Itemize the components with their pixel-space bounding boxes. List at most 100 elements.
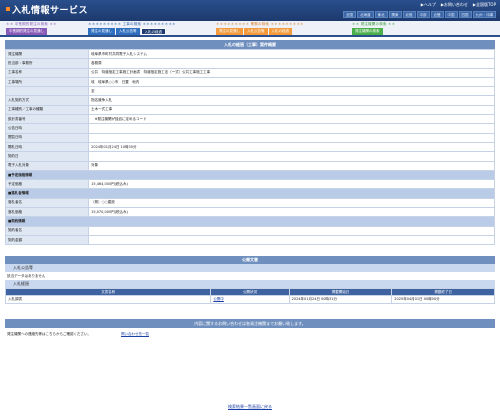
tab-long-term-outlook[interactable]: 中長期的発注の見通し [6,28,47,35]
region-tab[interactable]: 中国 [444,11,458,18]
help-link[interactable]: ▶ヘルプ [421,2,436,8]
row-label: 予定価格 [4,179,90,190]
inquiry-row: 発注機関への連絡先等はこちらからご確認ください。 問い合わせ先一覧 [5,328,495,340]
row-label: 入札契約方式 [4,95,90,106]
search-navigation: ＊＊ 中長期的発注の検索 ＊＊ 中長期的発注の見通し ＊＊＊＊＊＊＊＊＊ 工事の… [0,21,500,37]
page-title: 入札の経過（工事）案件概要 [5,40,495,49]
row-label: 電子入札対象 [4,160,90,171]
top-links: ▶ヘルプ ▶お問い合わせ ▶全国版TOP [421,2,496,8]
tab-services-outlook[interactable]: 発注の見通し [216,28,243,35]
column-header: 掲載終了日 [391,288,495,297]
announcement-subheader: 入札公告等 [5,264,495,273]
table-row: 予定価格 15,464,000円(税込み) [4,179,495,190]
table-row: 契約者名 [4,225,495,236]
nav-group-caption: ＊＊ 発注機関の検索 ＊＊ [352,22,396,26]
subheader-label: ■予定価格情報 [5,169,495,181]
table-row: 発注機関 岐阜県市町村共同電子入札システム [4,48,495,60]
row-value: ※発注機関が独自に定めるコード [88,114,495,125]
row-value [88,123,495,134]
inquiry-text: 発注機関への連絡先等はこちらからご確認ください。 [7,331,91,336]
tab-agency-search[interactable]: 発注機関の検索 [352,28,383,35]
table-row: 入札契約方式 指名競争入札 [4,95,495,106]
document-start-date: 2024年01月24日 00時31分 [288,295,393,305]
table-row: 閲覧日時 [4,132,495,143]
document-name: 入札調書 [4,295,212,305]
table-row: 設計書番号 ※発注機関が独自に定めるコード [4,114,495,125]
row-label: 担当部・事務所 [4,58,90,69]
region-tab[interactable]: 中部 [416,11,430,18]
tab-construction-notices[interactable]: 入札公告等 [116,28,140,35]
table-row: 至 [4,86,495,97]
row-label: 工事場所 [4,76,90,88]
table-row: 契約日 [4,151,495,162]
table-subheader-row: ■予定価格情報 [5,169,495,181]
table-row: 電子入札対象 対象 [4,160,495,171]
nav-group-caption: ＊＊＊＊＊＊＊＊＊ 工事の検索 ＊＊＊＊＊＊＊＊＊ [88,22,176,26]
tab-services-notices[interactable]: 入札公告等 [244,28,268,35]
table-row: 落札者名 （株）○○建設 [4,197,495,209]
table-subheader-row: ■契約情報 [5,216,495,227]
row-value: 対象 [88,160,495,171]
tab-services-progress[interactable]: 入札の経過 [268,28,292,35]
row-value: 岐阜県市町村共同電子入札システム [88,48,495,60]
row-label: 閲覧日時 [4,132,90,143]
column-header: 公開状況 [210,288,290,297]
row-label: 落札価格 [4,207,90,218]
site-header: 入札情報サービス ▶ヘルプ ▶お問い合わせ ▶全国版TOP 全国 北海道 東北 … [0,0,500,21]
row-label: 発注機関 [4,48,90,60]
region-tab[interactable]: 北陸 [402,11,416,18]
table-row: 落札価格 15,070,000円(税込み) [4,207,495,218]
nav-group-long-term: ＊＊ 中長期的発注の検索 ＊＊ 中長期的発注の見通し [6,22,57,35]
row-value: （株）○○建設 [88,197,495,209]
region-tab[interactable]: 九州・沖縄 [472,11,496,18]
document-status-link[interactable]: 公開中 [210,295,290,305]
region-tab[interactable]: 近畿 [430,11,444,18]
tab-construction-outlook[interactable]: 発注の見通し [88,28,115,35]
contact-list-link[interactable]: 問い合わせ先一覧 [121,332,149,337]
table-row: 工事場所岐 岐阜県○○市 日置 地内 [4,76,495,88]
progress-subheader: 入札経過 [5,280,495,289]
table-subheader-row: ■落札者情報 [5,188,495,199]
region-tab[interactable]: 北海道 [357,11,374,18]
region-tab[interactable]: 四国 [458,11,472,18]
row-label: 契約者名 [4,225,90,236]
table-row: 入札調書 公開中 2024年01月24日 00時31分 2025年04月01日 … [4,295,495,305]
contact-link[interactable]: ▶お問い合わせ [441,2,468,8]
column-header: 文書名称 [4,288,212,297]
document-end-date: 2025年04月01日 00時00分 [391,295,495,305]
national-top-link[interactable]: ▶全国版TOP [473,2,496,8]
nav-group-caption: ＊＊ 中長期的発注の検索 ＊＊ [6,22,57,26]
case-summary-table: 発注機関 岐阜県市町村共同電子入札システム 担当部・事務所 各務原 工事名称 公共 特… [4,48,495,246]
nav-group-services: ＊＊＊＊＊＊＊＊＊ 業務の検索 ＊＊＊＊＊＊＊＊＊ 発注の見通し 入札公告等 入… [216,22,304,35]
row-value: 至 [88,86,495,97]
region-tabs: 全国 北海道 東北 関東 北陸 中部 近畿 中国 四国 九州・沖縄 [343,11,496,18]
table-row: 担当部・事務所 各務原 [4,58,495,69]
main-content: 入札の経過（工事）案件概要 発注機関 岐阜県市町村共同電子入札システム 担当部・事… [0,37,500,340]
row-value [88,151,495,162]
tab-construction-progress[interactable]: 入札の経過 [140,28,166,35]
row-label: 工事名称 [4,67,90,78]
row-label [4,86,90,97]
table-row: 工事名称 公共 特道指定工事施工計画書 特道指定施工法（ー式）公共工事施工工事 [4,67,495,78]
region-tab[interactable]: 東北 [374,11,388,18]
region-tab[interactable]: 関東 [388,11,402,18]
logo-icon [6,7,10,11]
row-value: 2024年01月24日 10時30分 [88,141,495,153]
region-tab[interactable]: 全国 [343,11,356,18]
nav-group-agencies: ＊＊ 発注機関の検索 ＊＊ 発注機関の検索 [352,22,395,35]
row-value [88,234,495,246]
no-data-message: 該当データはありません [7,274,46,279]
row-value: 岐 岐阜県○○市 日置 地内 [88,76,495,88]
row-label: 落札者名 [4,197,90,209]
row-label: 開札日時 [4,141,90,153]
row-value: 各務原 [88,58,495,69]
row-value: 15,464,000円(税込み) [88,179,495,190]
table-row: 契約金額 [4,234,495,246]
site-title[interactable]: 入札情報サービス [6,3,88,16]
row-value: 公共 特道指定工事施工計画書 特道指定施工法（ー式）公共工事施工工事 [88,67,495,78]
row-value: 15,070,000円(税込み) [88,207,495,218]
row-label: 契約金額 [4,234,90,246]
row-label: 設計書番号 [4,114,90,125]
return-to-results-link[interactable]: 検索結果一覧画面に戻る [0,404,500,410]
row-value: 土木一式工事 [88,104,495,116]
